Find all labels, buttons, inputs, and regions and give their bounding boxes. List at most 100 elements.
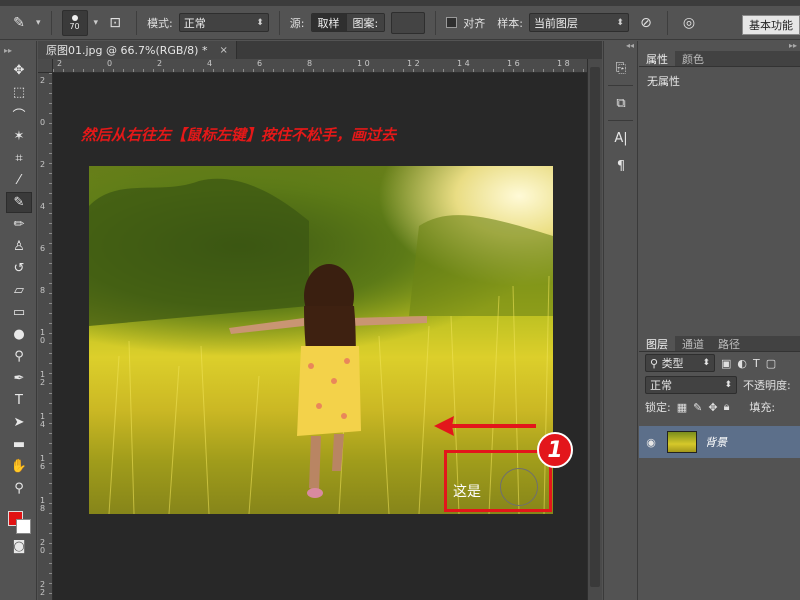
mode-select[interactable]: 正常 ⬍ bbox=[178, 13, 269, 32]
layers-panel: 图层 通道 路径 ⚲ 类型 ⬍ ▣ ◐ T ▢ 正常 ⬍ 不透明度: 锁定: ▦ ✎… bbox=[639, 336, 800, 418]
tab-properties[interactable]: 属性 bbox=[639, 51, 675, 66]
gradient-tool-icon[interactable]: ▭ bbox=[6, 302, 32, 323]
filter-image-icon[interactable]: ▣ bbox=[721, 357, 731, 370]
lock-all-icon[interactable]: 🔒︎ bbox=[724, 400, 730, 414]
fill-label: 填充: bbox=[749, 401, 776, 414]
hand-tool-icon[interactable]: ✋ bbox=[6, 456, 32, 477]
filter-shape-icon[interactable]: ▢ bbox=[766, 357, 776, 370]
quick-mask-icon[interactable]: ◙ bbox=[6, 536, 32, 557]
workspace-switcher[interactable]: 基本功能 bbox=[742, 15, 800, 35]
source-toggle: 取样 图案: bbox=[310, 13, 386, 32]
collapse-icon[interactable]: ▸▸ bbox=[639, 41, 800, 51]
step-badge: 1 bbox=[537, 432, 573, 468]
character-panel-icon[interactable]: A| bbox=[609, 127, 633, 149]
collapse-icon[interactable]: ▸▸ bbox=[0, 41, 36, 59]
ruler-tick-label: 16 bbox=[40, 454, 46, 471]
clone-source-panel-icon[interactable]: ⊡ bbox=[104, 12, 126, 34]
healing-brush-preset-icon[interactable]: ✎ bbox=[8, 12, 30, 34]
layer-filter-row: ⚲ 类型 ⬍ ▣ ◐ T ▢ bbox=[639, 352, 800, 374]
magic-wand-tool-icon[interactable]: ✶ bbox=[6, 126, 32, 147]
filter-kind: ⚲ 类型 bbox=[650, 357, 684, 370]
preset-dropdown-arrow-icon[interactable]: ▾ bbox=[36, 18, 41, 28]
sample-label: 样本: bbox=[497, 16, 523, 30]
separator bbox=[136, 10, 138, 35]
eraser-tool-icon[interactable]: ▱ bbox=[6, 280, 32, 301]
path-selection-tool-icon[interactable]: ➤ bbox=[6, 412, 32, 433]
crop-tool-icon[interactable]: ⌗ bbox=[6, 148, 32, 169]
direction-arrow-icon bbox=[434, 416, 536, 436]
tab-paths[interactable]: 路径 bbox=[711, 336, 747, 351]
pressure-size-icon[interactable]: ◎ bbox=[678, 12, 700, 34]
lock-paint-icon[interactable]: ✎ bbox=[693, 401, 702, 414]
tab-layers[interactable]: 图层 bbox=[639, 336, 675, 351]
blur-tool-icon[interactable]: ● bbox=[6, 324, 32, 345]
instruction-caption: 然后从右往左【鼠标左键】按住不松手，画过去 bbox=[81, 126, 397, 144]
ruler-origin[interactable] bbox=[38, 59, 53, 73]
lock-position-icon[interactable]: ✥ bbox=[708, 401, 717, 414]
eyedropper-tool-icon[interactable]: ⁄ bbox=[6, 170, 32, 191]
close-icon[interactable]: × bbox=[219, 45, 227, 56]
ruler-tick-label: 8 bbox=[307, 59, 313, 68]
healing-brush-tool-icon[interactable]: ✎ bbox=[6, 192, 32, 213]
brush-dropdown-arrow-icon[interactable]: ▾ bbox=[94, 18, 99, 28]
sample-value: 当前图层 bbox=[533, 16, 578, 30]
ruler-tick-label: 1 6 bbox=[507, 59, 520, 68]
tools-panel: ▸▸ ✥ ⬚ ⌒ ✶ ⌗ ⁄ ✎ ✏ ♙ ↺ ▱ ▭ ● ⚲ ✒ T ➤ ▬ ✋… bbox=[0, 41, 37, 600]
tab-color[interactable]: 颜色 bbox=[675, 51, 711, 66]
lasso-tool-icon[interactable]: ⌒ bbox=[6, 104, 32, 125]
clone-source-panel-icon[interactable]: ⧉ bbox=[609, 92, 633, 114]
document-tab[interactable]: 原图01.jpg @ 66.7%(RGB/8) * × bbox=[38, 41, 237, 59]
annotation-text: 这是 bbox=[453, 484, 481, 500]
ruler-tick-label: 12 bbox=[40, 370, 46, 387]
brush-tool-icon[interactable]: ✏ bbox=[6, 214, 32, 235]
pen-tool-icon[interactable]: ✒ bbox=[6, 368, 32, 389]
sample-select[interactable]: 当前图层 ⬍ bbox=[528, 13, 629, 32]
ignore-adjustment-layers-icon[interactable]: ⊘ bbox=[635, 12, 657, 34]
blend-mode-select[interactable]: 正常 ⬍ bbox=[645, 376, 737, 394]
source-pattern-option[interactable]: 图案: bbox=[345, 14, 385, 31]
ruler-tick-label: 1 8 bbox=[557, 59, 570, 68]
filter-type-icon[interactable]: T bbox=[753, 357, 760, 370]
background-color-swatch[interactable] bbox=[16, 519, 31, 534]
opacity-label: 不透明度: bbox=[743, 379, 791, 392]
history-brush-tool-icon[interactable]: ↺ bbox=[6, 258, 32, 279]
ruler-tick-label: 2 bbox=[40, 160, 46, 169]
move-tool-icon[interactable]: ✥ bbox=[6, 60, 32, 81]
document-tab-bar: 原图01.jpg @ 66.7%(RGB/8) * × bbox=[38, 41, 602, 59]
horizontal-ruler[interactable]: 2024681 01 21 41 61 82 02 22 42 62 83 03… bbox=[53, 59, 602, 73]
document-title: 原图01.jpg @ 66.7%(RGB/8) * bbox=[46, 44, 208, 57]
layer-row-background[interactable]: ◉ 背景 bbox=[639, 426, 800, 458]
vertical-ruler[interactable]: 2 0 2 4 6 8 10 12 14 16 18 20 22 bbox=[38, 73, 53, 600]
lock-label: 锁定: bbox=[645, 401, 671, 414]
vertical-scrollbar[interactable] bbox=[587, 59, 602, 600]
separator bbox=[278, 10, 280, 35]
lock-pixels-icon[interactable]: ▦ bbox=[677, 401, 687, 414]
align-checkbox[interactable] bbox=[446, 17, 458, 28]
collapse-icon[interactable]: ◂◂ bbox=[604, 41, 637, 51]
ruler-tick-label: 4 bbox=[40, 202, 46, 211]
shape-tool-icon[interactable]: ▬ bbox=[6, 434, 32, 455]
scrollbar-thumb[interactable] bbox=[590, 67, 600, 587]
source-label: 源: bbox=[289, 16, 305, 30]
pattern-picker[interactable] bbox=[391, 11, 426, 34]
source-sample-option[interactable]: 取样 bbox=[311, 14, 346, 31]
marquee-tool-icon[interactable]: ⬚ bbox=[6, 82, 32, 103]
ruler-tick-label: 1 0 bbox=[357, 59, 370, 68]
ruler-tick-label: 14 bbox=[40, 412, 46, 429]
separator bbox=[50, 10, 52, 35]
tab-channels[interactable]: 通道 bbox=[675, 336, 711, 351]
color-swatches bbox=[5, 505, 33, 535]
separator bbox=[608, 85, 633, 86]
ruler-tick-label: 1 2 bbox=[407, 59, 420, 68]
layer-filter-select[interactable]: ⚲ 类型 ⬍ bbox=[645, 354, 715, 372]
clone-stamp-tool-icon[interactable]: ♙ bbox=[6, 236, 32, 257]
ruler-tick-label: 0 bbox=[107, 59, 113, 68]
paragraph-panel-icon[interactable]: ¶ bbox=[609, 155, 633, 177]
eye-icon[interactable]: ◉ bbox=[639, 436, 663, 449]
dodge-tool-icon[interactable]: ⚲ bbox=[6, 346, 32, 367]
brush-size-picker[interactable]: 70 bbox=[61, 9, 88, 36]
history-panel-icon[interactable]: ⎘ bbox=[609, 57, 633, 79]
filter-adjust-icon[interactable]: ◐ bbox=[737, 357, 747, 370]
zoom-tool-icon[interactable]: ⚲ bbox=[6, 478, 32, 499]
type-tool-icon[interactable]: T bbox=[6, 390, 32, 411]
